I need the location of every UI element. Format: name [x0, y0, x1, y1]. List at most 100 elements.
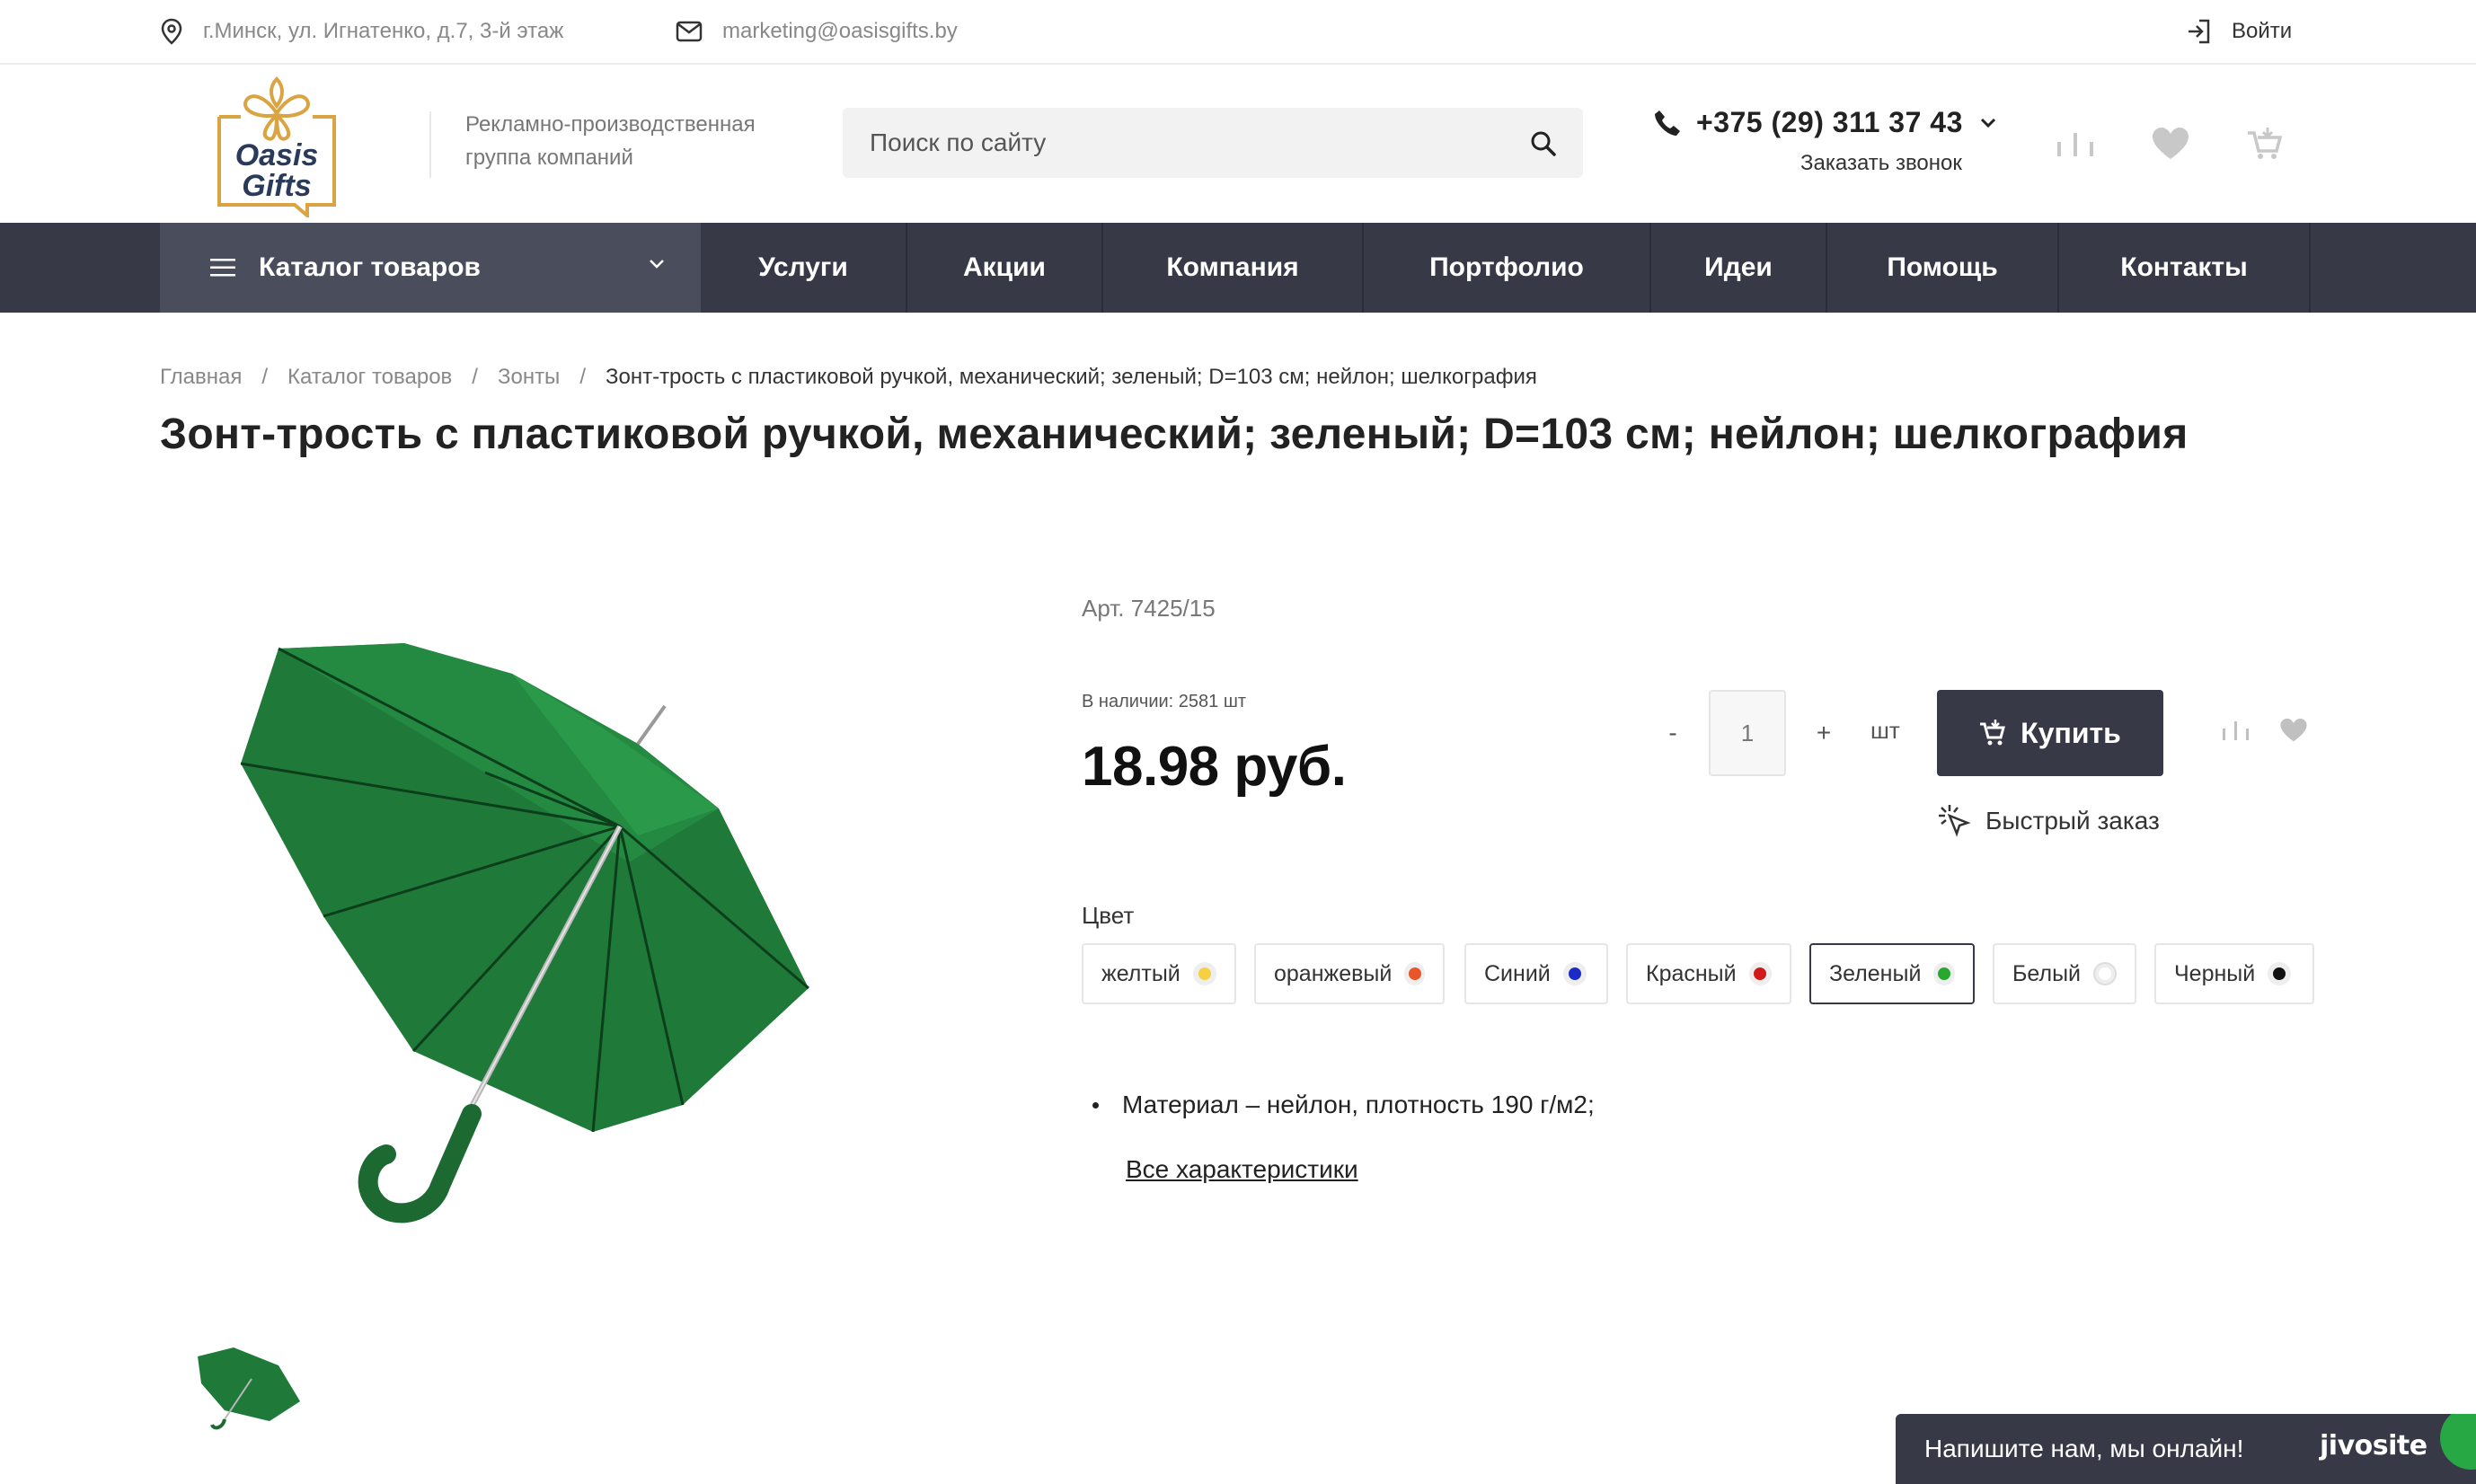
nav-item-portfolio[interactable]: Портфолио — [1364, 223, 1651, 313]
color-swatch — [2093, 962, 2117, 985]
compare-icon — [2223, 721, 2249, 740]
favorites-button[interactable] — [2149, 122, 2192, 165]
product-article: Арт. 7425/15 — [1082, 595, 1216, 622]
nav-item-ideas[interactable]: Идеи — [1651, 223, 1827, 313]
buy-label: Купить — [2021, 716, 2121, 749]
chevron-down-icon — [650, 260, 664, 269]
color-name: Черный — [2174, 960, 2256, 986]
breadcrumb-home[interactable]: Главная — [160, 365, 242, 390]
color-option-green[interactable]: Зеленый — [1809, 943, 1975, 1004]
search-input[interactable] — [843, 108, 1583, 178]
login-icon — [2189, 19, 2210, 44]
nav-item-help[interactable]: Помощь — [1827, 223, 2059, 313]
oasis-gifts-logo[interactable]: Oasis Gifts — [216, 70, 338, 217]
nav-item-contacts[interactable]: Контакты — [2059, 223, 2311, 313]
product-thumbnail[interactable] — [189, 1338, 305, 1437]
breadcrumb-separator: / — [472, 365, 478, 389]
top-bar: г.Минск, ул. Игнатенко, д.7, 3-й этаж ma… — [0, 0, 2476, 65]
color-swatch — [2268, 962, 2292, 985]
color-name: Зеленый — [1829, 960, 1922, 986]
feature-item: Материал – нейлон, плотность 190 г/м2; — [1092, 1091, 1595, 1119]
product-price: 18.98 руб. — [1082, 736, 1347, 798]
quantity-input[interactable] — [1709, 690, 1786, 776]
site-header: Oasis Gifts Рекламно-производственная гр… — [0, 65, 2476, 223]
header-divider — [429, 111, 431, 178]
cart-icon — [2248, 128, 2282, 159]
logo-text-line2: Gifts — [242, 169, 311, 203]
bullet — [1092, 1101, 1099, 1109]
quantity-decrease-button[interactable]: - — [1655, 710, 1691, 756]
phone-icon — [1655, 110, 1680, 136]
logo-text-line1: Oasis — [235, 138, 319, 172]
cart-icon — [1980, 720, 2006, 746]
quantity-increase-button[interactable]: + — [1806, 710, 1842, 756]
color-option-yellow[interactable]: желтый — [1082, 943, 1236, 1004]
quantity-unit: шт — [1870, 717, 1900, 744]
color-option-blue[interactable]: Синий — [1464, 943, 1608, 1004]
heart-icon — [2280, 718, 2307, 742]
cursor-click-icon — [1939, 805, 1971, 837]
heart-icon — [2153, 128, 2189, 159]
compare-button[interactable] — [2054, 122, 2097, 165]
callback-link[interactable]: Заказать звонок — [1800, 151, 1962, 176]
address-text: г.Минск, ул. Игнатенко, д.7, 3-й этаж — [203, 19, 564, 43]
chat-text: Напишите нам, мы онлайн! — [1924, 1435, 2244, 1462]
breadcrumb-umbrellas[interactable]: Зонты — [498, 365, 560, 390]
color-name: Белый — [2012, 960, 2082, 986]
email-item[interactable]: marketing@oasisgifts.by — [676, 0, 958, 63]
main-nav: Каталог товаров Услуги Акции Компания По… — [0, 223, 2476, 313]
catalog-label: Каталог товаров — [259, 252, 482, 282]
phone-number[interactable]: +375 (29) 311 37 43 — [1653, 106, 1997, 139]
compare-icon — [2057, 133, 2093, 156]
chevron-down-icon[interactable] — [1979, 117, 1997, 129]
catalog-menu-button[interactable]: Каталог товаров — [160, 223, 701, 313]
login-label: Войти — [2232, 19, 2293, 43]
color-option-white[interactable]: Белый — [1993, 943, 2136, 1004]
color-swatch — [1192, 962, 1216, 985]
color-swatch — [1748, 962, 1772, 985]
color-name: желтый — [1101, 960, 1181, 986]
tagline-line1: Рекламно-производственная — [465, 112, 756, 137]
breadcrumb: Главная / Каталог товаров / Зонты / Зонт… — [160, 365, 1537, 390]
search-button[interactable] — [1524, 126, 1563, 162]
product-image[interactable] — [216, 629, 970, 1240]
color-swatch — [1933, 962, 1955, 985]
color-name: Синий — [1484, 960, 1551, 986]
cart-button[interactable] — [2242, 122, 2286, 165]
color-name: оранжевый — [1274, 960, 1393, 986]
address-item: г.Минск, ул. Игнатенко, д.7, 3-й этаж — [160, 0, 563, 63]
color-swatch — [1404, 962, 1425, 985]
breadcrumb-current: Зонт-трость с пластиковой ручкой, механи… — [605, 365, 1537, 389]
jivosite-leaf-icon — [2440, 1414, 2476, 1470]
search-icon — [1531, 131, 1556, 156]
breadcrumb-separator: / — [261, 365, 269, 389]
feature-text: Материал – нейлон, плотность 190 г/м2; — [1122, 1091, 1595, 1118]
color-option-red[interactable]: Красный — [1626, 943, 1791, 1004]
login-link[interactable]: Войти — [2187, 0, 2292, 63]
page-title: Зонт-трость с пластиковой ручкой, механи… — [160, 411, 2189, 458]
nav-item-services[interactable]: Услуги — [701, 223, 907, 313]
buy-button[interactable]: Купить — [1937, 690, 2163, 776]
email-link[interactable]: marketing@oasisgifts.by — [722, 19, 958, 44]
color-swatch — [1562, 962, 1587, 985]
breadcrumb-catalog[interactable]: Каталог товаров — [287, 365, 452, 390]
nav-item-promotions[interactable]: Акции — [907, 223, 1103, 313]
mail-icon — [676, 21, 703, 42]
color-option-black[interactable]: Черный — [2154, 943, 2314, 1004]
location-pin-icon — [161, 18, 182, 45]
quick-order-button[interactable]: Быстрый заказ — [1937, 803, 2160, 839]
chat-widget[interactable]: Напишите нам, мы онлайн! jivosite — [1896, 1414, 2476, 1484]
phone-text: +375 (29) 311 37 43 — [1696, 106, 1963, 138]
company-tagline: Рекламно-производственная группа компани… — [465, 108, 807, 174]
stock-status: В наличии: 2581 шт — [1082, 692, 1247, 711]
color-label: Цвет — [1082, 902, 1135, 929]
tagline-line2: группа компаний — [465, 146, 633, 170]
breadcrumb-separator: / — [579, 365, 586, 389]
quick-order-label: Быстрый заказ — [1985, 807, 2160, 835]
nav-item-company[interactable]: Компания — [1103, 223, 1364, 313]
color-name: Красный — [1646, 960, 1737, 986]
all-characteristics-link[interactable]: Все характеристики — [1126, 1155, 1358, 1184]
compare-button[interactable] — [2215, 710, 2257, 751]
favorite-button[interactable] — [2273, 710, 2314, 751]
color-option-orange[interactable]: оранжевый — [1254, 943, 1445, 1004]
